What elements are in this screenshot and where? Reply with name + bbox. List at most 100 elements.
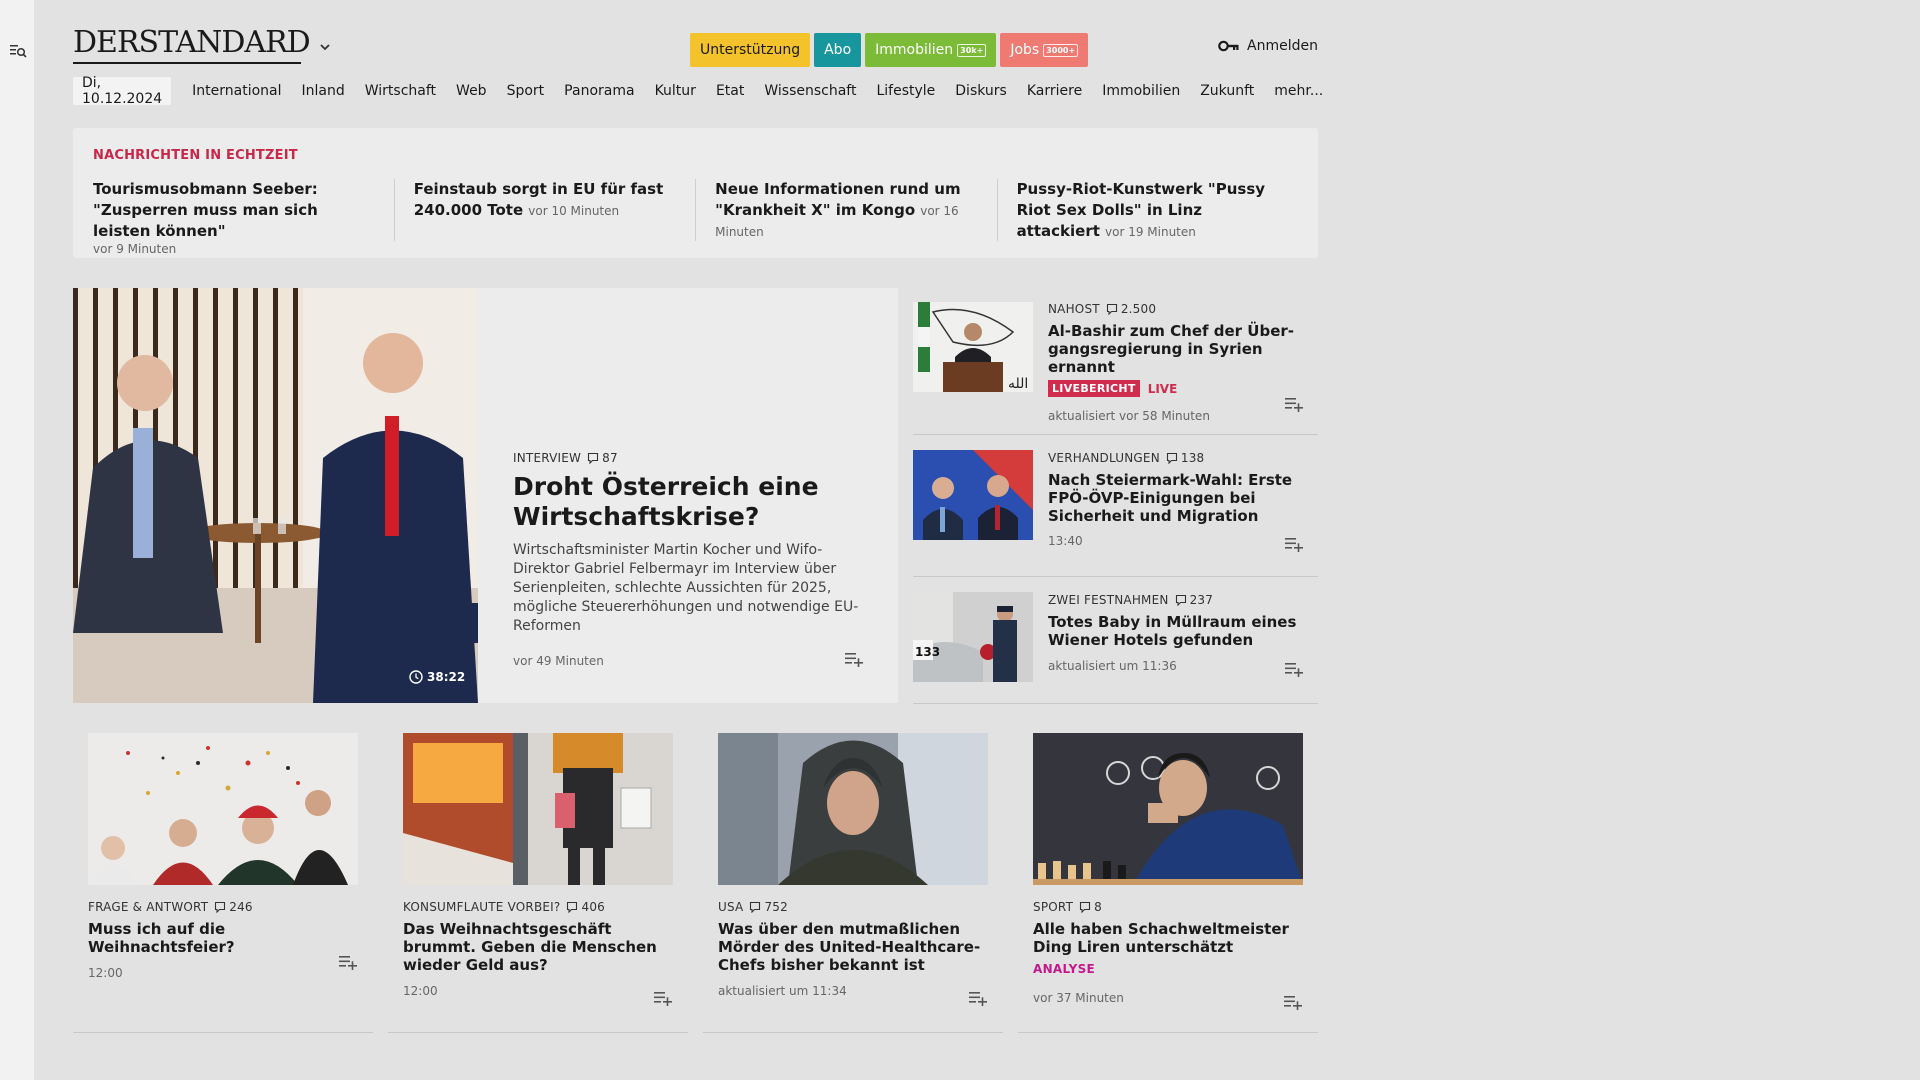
add-to-list-icon[interactable]: [1284, 396, 1304, 412]
nav-link[interactable]: Inland: [292, 83, 355, 99]
teaser-time: aktualisiert vor 58 Minuten: [1048, 409, 1210, 423]
key-icon: [1218, 40, 1239, 52]
comment-count-value: 138: [1180, 451, 1205, 465]
teaser-image[interactable]: 133: [913, 592, 1033, 682]
add-to-list-icon[interactable]: [1284, 661, 1304, 677]
card-image[interactable]: [88, 733, 358, 885]
lead-image[interactable]: [73, 288, 478, 703]
add-to-list-icon[interactable]: [1284, 536, 1304, 552]
article-card[interactable]: KONSUMFLAUTE VORBEI? 406 Das Weihnachtsg…: [388, 733, 688, 1033]
teaser-title[interactable]: Al-Bashir zum Chef der Über­gangsregieru…: [1048, 322, 1313, 376]
nav-link[interactable]: Etat: [706, 83, 754, 99]
analysis-tag[interactable]: ANALYSE: [1033, 962, 1303, 976]
add-to-list-icon[interactable]: [653, 990, 673, 1006]
card-image[interactable]: [1033, 733, 1303, 885]
nav-link[interactable]: Diskurs: [945, 83, 1017, 99]
card-image[interactable]: [718, 733, 988, 885]
side-teaser[interactable]: 133 ZWEI FESTNAHMEN 237 Totes Baby in Mü…: [913, 577, 1318, 704]
pill-label: Immobilien: [875, 42, 954, 58]
ticker-item[interactable]: Neue Informationen rund um "Krank­heit X…: [695, 179, 996, 256]
left-sidebar: [0, 0, 34, 1080]
comment-count[interactable]: 237: [1175, 593, 1214, 607]
add-to-list-icon[interactable]: [844, 651, 864, 667]
teaser-title[interactable]: Totes Baby in Müllraum eines Wiener Hote…: [1048, 613, 1313, 649]
teaser-image[interactable]: [913, 450, 1033, 540]
comment-count[interactable]: 8: [1079, 900, 1102, 914]
play-circle-icon: [409, 670, 423, 684]
menu-search-icon[interactable]: [9, 43, 27, 59]
login-label: Anmelden: [1247, 38, 1318, 54]
site-logo[interactable]: DERSTANDARD: [73, 28, 311, 58]
card-kicker: FRAGE & ANTWORT 246: [88, 900, 358, 914]
nav-link[interactable]: Sport: [497, 83, 555, 99]
comment-count[interactable]: 87: [587, 451, 618, 465]
lead-title[interactable]: Droht Österreich eine Wirt­schaftskrise?: [513, 472, 868, 532]
comment-count[interactable]: 138: [1166, 451, 1205, 465]
add-to-list-icon[interactable]: [968, 990, 988, 1006]
login-button[interactable]: Anmelden: [1218, 38, 1318, 54]
current-date: Di, 10.12.2024: [73, 75, 172, 107]
card-kicker: USA 752: [718, 900, 988, 914]
nav-link[interactable]: Wirtschaft: [355, 83, 446, 99]
article-card[interactable]: SPORT 8 Alle haben Schachweltmeister Din…: [1018, 733, 1318, 1033]
nav-link[interactable]: Panorama: [554, 83, 644, 99]
teaser-image[interactable]: الله: [913, 302, 1033, 392]
lead-story[interactable]: 38:22 INTERVIEW 87 Droht Österreich eine…: [73, 288, 898, 703]
card-title[interactable]: Alle haben Schachweltmeister Ding Liren …: [1033, 920, 1303, 956]
nav-more-link[interactable]: mehr...: [1264, 83, 1333, 99]
ticker-item[interactable]: Feinstaub sorgt in EU für fast 240.000 T…: [393, 179, 695, 256]
side-teaser[interactable]: الله NAHOST 2.500 Al-Bashir zum Chef der…: [913, 288, 1318, 435]
comment-count-value: 752: [764, 900, 788, 914]
comment-count[interactable]: 406: [566, 900, 605, 914]
nav-link[interactable]: Wissenschaft: [754, 83, 866, 99]
article-card[interactable]: USA 752 Was über den mutmaßlichen Mörder…: [703, 733, 1003, 1033]
comment-icon: [1079, 901, 1091, 913]
ticker-item[interactable]: Tourismusobmann Seeber: "Zusperren muss …: [93, 179, 394, 256]
side-teasers: الله NAHOST 2.500 Al-Bashir zum Chef der…: [913, 288, 1318, 704]
add-to-list-icon[interactable]: [1283, 994, 1303, 1010]
service-pills: Unterstützung Abo Immobilien 30k+ Jobs 3…: [690, 33, 1089, 67]
nav-link[interactable]: Karriere: [1017, 83, 1092, 99]
svg-text:الله: الله: [1008, 376, 1028, 392]
card-time: aktualisiert um 11:34: [718, 984, 847, 998]
side-teaser[interactable]: VERHANDLUNGEN 138 Nach Steiermark-Wahl: …: [913, 435, 1318, 577]
teaser-kicker: NAHOST 2.500: [1048, 302, 1313, 316]
card-title[interactable]: Das Weihnachtsgeschäft brummt. Geben die…: [403, 920, 673, 974]
nav-link[interactable]: Immobilien: [1092, 83, 1190, 99]
live-indicator: LIVEBERICHT LIVE: [1048, 380, 1313, 397]
video-duration[interactable]: 38:22: [409, 670, 465, 684]
add-to-list-icon[interactable]: [338, 954, 358, 970]
kicker-label: ZWEI FESTNAHMEN: [1048, 593, 1169, 607]
news-ticker: NACHRICHTEN IN ECHTZEIT Tourismusobmann …: [73, 128, 1318, 258]
nav-link[interactable]: Kultur: [645, 83, 706, 99]
comment-count[interactable]: 2.500: [1106, 302, 1156, 316]
nav-link[interactable]: Web: [446, 83, 497, 99]
nav-link[interactable]: International: [182, 83, 291, 99]
card-image[interactable]: [403, 733, 673, 885]
live-badge: LIVEBERICHT: [1048, 380, 1140, 397]
svg-text:133: 133: [915, 645, 940, 659]
comment-count[interactable]: 752: [749, 900, 788, 914]
pill-support[interactable]: Unterstützung: [690, 33, 811, 67]
comment-count-value: 246: [229, 900, 253, 914]
teaser-time: 13:40: [1048, 534, 1083, 548]
ticker-item[interactable]: Pussy-Riot-Kunstwerk "Pussy Riot Sex Dol…: [996, 179, 1298, 256]
pill-jobs[interactable]: Jobs 3000+: [1000, 33, 1089, 67]
card-time: vor 37 Minuten: [1033, 991, 1124, 1005]
comment-icon: [1166, 452, 1178, 464]
card-title[interactable]: Muss ich auf die Weihnachtsfeier?: [88, 920, 358, 956]
ticker-label: NACHRICHTEN IN ECHTZEIT: [93, 148, 298, 163]
article-card[interactable]: FRAGE & ANTWORT 246 Muss ich auf die Wei…: [73, 733, 373, 1033]
comment-count[interactable]: 246: [214, 900, 253, 914]
teaser-time: aktualisiert um 11:36: [1048, 659, 1177, 673]
article-grid: FRAGE & ANTWORT 246 Muss ich auf die Wei…: [73, 733, 1318, 1033]
chevron-down-icon[interactable]: [319, 42, 331, 52]
card-title[interactable]: Was über den mutmaßlichen Mörder des Uni…: [718, 920, 988, 974]
pill-immobilien[interactable]: Immobilien 30k+: [865, 33, 997, 67]
nav-link[interactable]: Lifestyle: [866, 83, 945, 99]
teaser-photo: الله: [913, 302, 1033, 392]
teaser-title[interactable]: Nach Steiermark-Wahl: Erste FPÖ-ÖVP-Eini…: [1048, 471, 1313, 525]
pill-abo[interactable]: Abo: [814, 33, 862, 67]
card-kicker: SPORT 8: [1033, 900, 1303, 914]
nav-link[interactable]: Zukunft: [1190, 83, 1264, 99]
